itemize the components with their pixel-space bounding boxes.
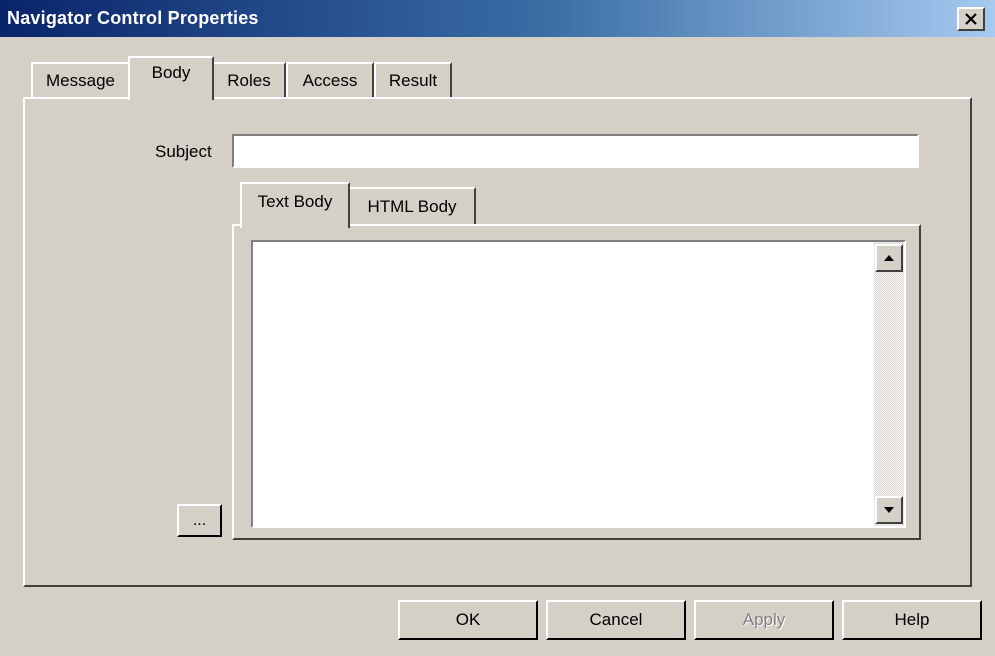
title-bar[interactable]: Navigator Control Properties — [0, 0, 995, 37]
tab-result[interactable]: Result — [374, 62, 452, 98]
tab-label: Text Body — [257, 192, 333, 211]
close-button[interactable] — [957, 7, 985, 31]
scroll-down-arrow-icon — [884, 507, 894, 513]
text-body-editor[interactable] — [251, 240, 906, 528]
help-button-label: Help — [894, 610, 930, 629]
window-title: Navigator Control Properties — [7, 8, 259, 28]
tab-access[interactable]: Access — [286, 62, 374, 98]
help-button[interactable]: Help — [842, 600, 982, 640]
subject-input[interactable] — [232, 134, 919, 168]
ok-button[interactable]: OK — [398, 600, 538, 640]
browse-button[interactable]: ... — [177, 504, 222, 537]
browse-button-label: ... — [192, 511, 207, 529]
tab-text-body[interactable]: Text Body — [240, 182, 350, 228]
tab-label: Result — [388, 71, 438, 90]
scroll-down-button[interactable] — [875, 496, 903, 524]
scroll-up-arrow-icon — [884, 255, 894, 261]
tab-label: Message — [46, 71, 115, 90]
subject-label: Subject — [155, 142, 212, 161]
ok-button-label: OK — [455, 610, 481, 629]
close-icon — [965, 13, 977, 25]
tab-body[interactable]: Body — [128, 56, 214, 100]
tab-label: Access — [302, 71, 358, 90]
tab-label: Roles — [227, 71, 271, 90]
cancel-button[interactable]: Cancel — [546, 600, 686, 640]
apply-button[interactable]: Apply — [694, 600, 834, 640]
tab-html-body[interactable]: HTML Body — [348, 187, 476, 225]
cancel-button-label: Cancel — [589, 610, 643, 629]
text-body-panel — [232, 223, 921, 540]
tab-message[interactable]: Message — [31, 62, 130, 98]
tab-roles[interactable]: Roles — [212, 62, 286, 98]
apply-button-label: Apply — [742, 610, 786, 629]
vertical-scrollbar[interactable] — [874, 242, 904, 526]
tab-label: Body — [151, 63, 191, 82]
scroll-up-button[interactable] — [875, 244, 903, 272]
tab-label: HTML Body — [367, 197, 457, 216]
